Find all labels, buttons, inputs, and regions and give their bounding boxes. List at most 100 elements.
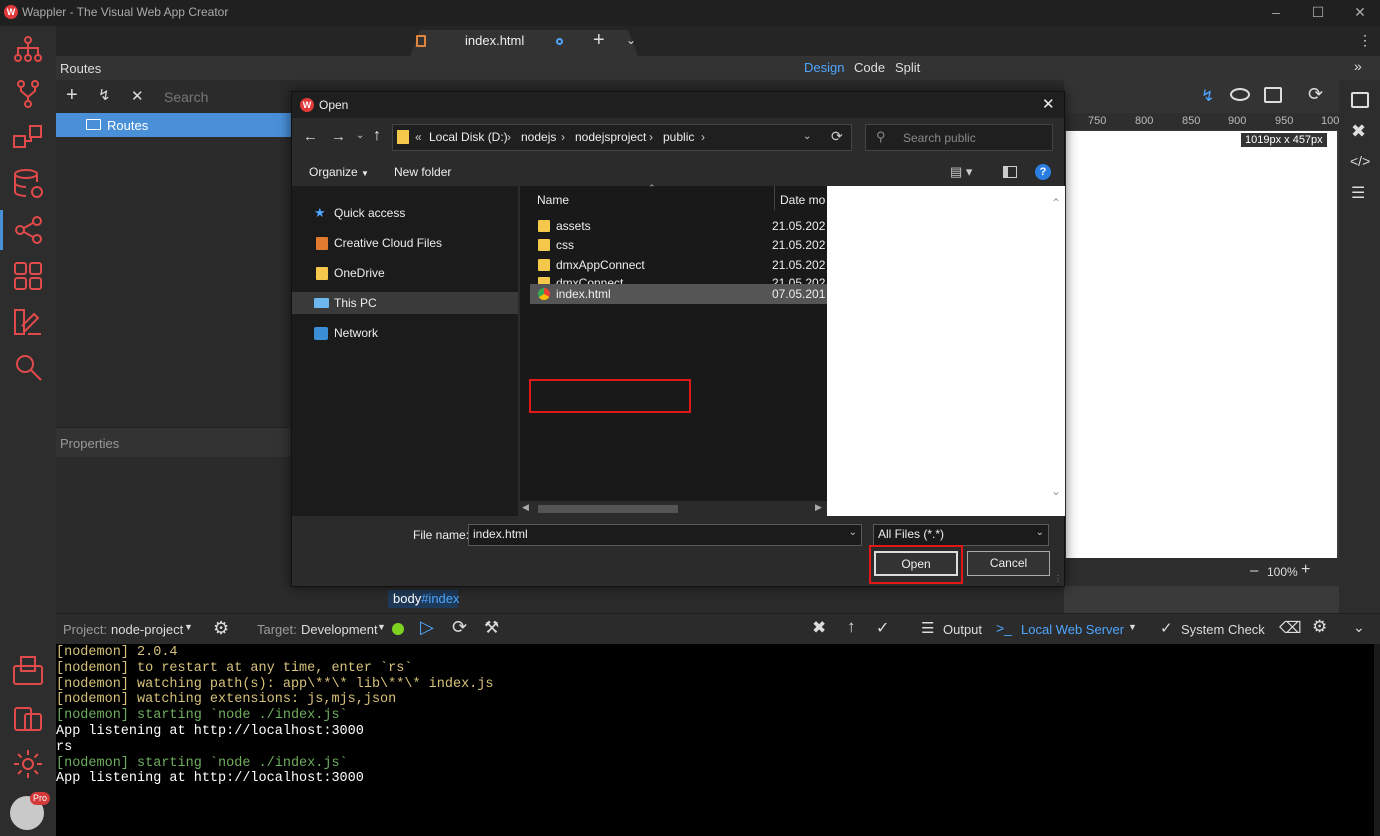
view-code-button[interactable]: Code — [854, 60, 885, 75]
components-icon[interactable] — [8, 256, 48, 296]
chevron-down-icon[interactable]: ▼ — [1128, 622, 1137, 632]
collapse-right-icon[interactable]: » — [1354, 58, 1362, 74]
refresh-icon[interactable]: ⟳ — [1308, 84, 1323, 105]
local-web-server-tab[interactable]: Local Web Server — [1021, 622, 1124, 637]
live-lightning-icon[interactable]: ↯ — [1201, 86, 1214, 106]
horizontal-scrollbar[interactable]: ◀ ▶ — [520, 501, 827, 516]
output-tab[interactable]: Output — [943, 622, 982, 637]
build-hammer-icon[interactable]: ⚒ — [484, 618, 499, 638]
nav-onedrive[interactable]: OneDrive — [314, 263, 385, 283]
chevron-down-icon[interactable]: ▼ — [377, 622, 386, 632]
terminal-icon[interactable]: >_ — [996, 620, 1012, 636]
clean-brush-icon[interactable]: ✓ — [876, 618, 889, 638]
eraser-icon[interactable]: ⌫ — [1279, 618, 1302, 638]
organize-button[interactable]: Organize ▼ — [309, 165, 369, 179]
routes-tree-item[interactable]: Routes — [56, 113, 292, 137]
restart-icon[interactable]: ⟳ — [452, 617, 467, 638]
filename-input[interactable]: index.html ⌄ — [468, 524, 862, 546]
page-canvas[interactable] — [1066, 131, 1337, 558]
view-design-button[interactable]: Design — [804, 60, 844, 75]
address-overflow[interactable]: « — [415, 130, 422, 144]
tools-icon[interactable]: ✖ — [1351, 121, 1366, 142]
preview-pane-icon[interactable] — [1003, 166, 1017, 178]
deploy-up-icon[interactable]: ↑ — [847, 617, 856, 637]
terminal-scrollbar[interactable] — [1374, 644, 1380, 836]
filetype-select[interactable]: All Files (*.*) ⌄ — [873, 524, 1049, 546]
code-icon[interactable]: </> — [1350, 153, 1370, 169]
dialog-close-icon[interactable]: ✕ — [1042, 95, 1055, 113]
file-row-dmxappconnect[interactable]: dmxAppConnect 21.05.202 — [530, 255, 827, 275]
scroll-right-icon[interactable]: ▶ — [815, 502, 822, 513]
scroll-up-icon[interactable]: ⌃ — [1051, 196, 1061, 210]
routes-search-input[interactable]: Search — [164, 89, 208, 105]
theme-editor-icon[interactable] — [8, 302, 48, 342]
app-structure-icon[interactable] — [8, 30, 48, 70]
search-icon[interactable] — [8, 348, 48, 388]
nav-creative-cloud-files[interactable]: Creative Cloud Files — [314, 233, 442, 253]
breadcrumb[interactable]: body#index — [388, 590, 460, 608]
address-crumb[interactable]: Local Disk (D:) — [429, 130, 508, 144]
more-menu-icon[interactable]: ⋮ — [1358, 32, 1372, 49]
chevron-down-icon[interactable]: ⌄ — [849, 527, 857, 538]
share-icon[interactable] — [1264, 87, 1282, 103]
new-tab-icon[interactable]: + — [593, 29, 605, 52]
address-crumb[interactable]: public — [663, 130, 694, 144]
address-crumb[interactable]: nodejs — [521, 130, 556, 144]
new-folder-button[interactable]: New folder — [394, 165, 451, 179]
chevron-down-icon[interactable]: ▼ — [184, 622, 193, 632]
menu-icon[interactable]: ☰ — [1351, 183, 1365, 203]
close-window-button[interactable]: ✕ — [1352, 4, 1368, 20]
nav-quick-access[interactable]: ★ Quick access — [314, 203, 405, 223]
address-crumb[interactable]: nodejsproject — [575, 130, 646, 144]
back-arrow-icon[interactable]: ← — [303, 128, 318, 145]
chevron-down-icon[interactable]: ⌄ — [1036, 527, 1044, 538]
run-play-icon[interactable]: ▷ — [420, 617, 434, 638]
lightning-icon[interactable]: ↯ — [98, 86, 111, 104]
file-row-index-html[interactable]: index.html 07.05.201 — [530, 284, 827, 304]
dialog-search-input[interactable]: ⚲ Search public — [865, 124, 1053, 151]
column-divider[interactable] — [774, 186, 775, 210]
cancel-button[interactable]: Cancel — [967, 551, 1050, 576]
scroll-down-icon[interactable]: ⌄ — [1051, 484, 1061, 498]
column-date-header[interactable]: Date mo — [780, 193, 825, 207]
file-row-assets[interactable]: assets 21.05.202 — [530, 216, 827, 236]
scroll-left-icon[interactable]: ◀ — [522, 502, 529, 513]
preview-eye-icon[interactable] — [1230, 88, 1250, 101]
zoom-out-icon[interactable]: – — [1250, 562, 1258, 579]
maximize-button[interactable]: ☐ — [1310, 4, 1326, 20]
help-icon[interactable]: ? — [1035, 164, 1051, 180]
zoom-in-icon[interactable]: + — [1301, 561, 1310, 579]
unsaved-dot-icon[interactable] — [556, 38, 563, 45]
chevron-down-icon[interactable]: ⌄ — [626, 33, 636, 47]
scroll-thumb[interactable] — [538, 505, 678, 513]
add-route-icon[interactable]: + — [66, 84, 78, 107]
target-select[interactable]: Development — [301, 622, 378, 637]
column-name-header[interactable]: Name — [537, 193, 569, 207]
layers-icon[interactable] — [1351, 92, 1369, 108]
database-icon[interactable] — [8, 164, 48, 204]
workflows-icon[interactable] — [8, 118, 48, 158]
tools-icon[interactable]: ✖ — [812, 618, 826, 638]
project-select[interactable]: node-project — [111, 622, 183, 637]
address-dropdown-icon[interactable]: ⌄ — [803, 131, 811, 142]
extensions-icon[interactable] — [8, 698, 48, 738]
recent-locations-chevron-icon[interactable]: ⌄ — [356, 130, 364, 141]
project-settings-icon[interactable]: ⚙ — [213, 618, 229, 639]
nav-this-pc[interactable]: This PC — [314, 293, 377, 313]
address-bar[interactable]: « Local Disk (D:) › nodejs › nodejsproje… — [392, 124, 852, 151]
resize-grip-icon[interactable]: ⋮ — [1054, 574, 1062, 583]
nav-network[interactable]: Network — [314, 323, 378, 343]
view-split-button[interactable]: Split — [895, 60, 920, 75]
minimize-button[interactable]: – — [1268, 4, 1284, 20]
file-row-css[interactable]: css 21.05.202 — [530, 235, 827, 255]
refresh-icon[interactable]: ⟳ — [831, 128, 843, 145]
up-arrow-icon[interactable]: ↑ — [373, 127, 381, 145]
debug-icon[interactable]: ⚙ — [1312, 617, 1327, 637]
settings-icon[interactable] — [8, 744, 48, 784]
git-branch-icon[interactable] — [8, 74, 48, 114]
terminal-output[interactable]: [nodemon] 2.0.4 [nodemon] to restart at a… — [56, 644, 1374, 836]
delete-icon[interactable]: ✕ — [131, 87, 144, 105]
publish-icon[interactable] — [8, 652, 48, 692]
collapse-panel-icon[interactable]: ⌄ — [1353, 619, 1365, 636]
output-menu-icon[interactable]: ☰ — [921, 619, 934, 637]
